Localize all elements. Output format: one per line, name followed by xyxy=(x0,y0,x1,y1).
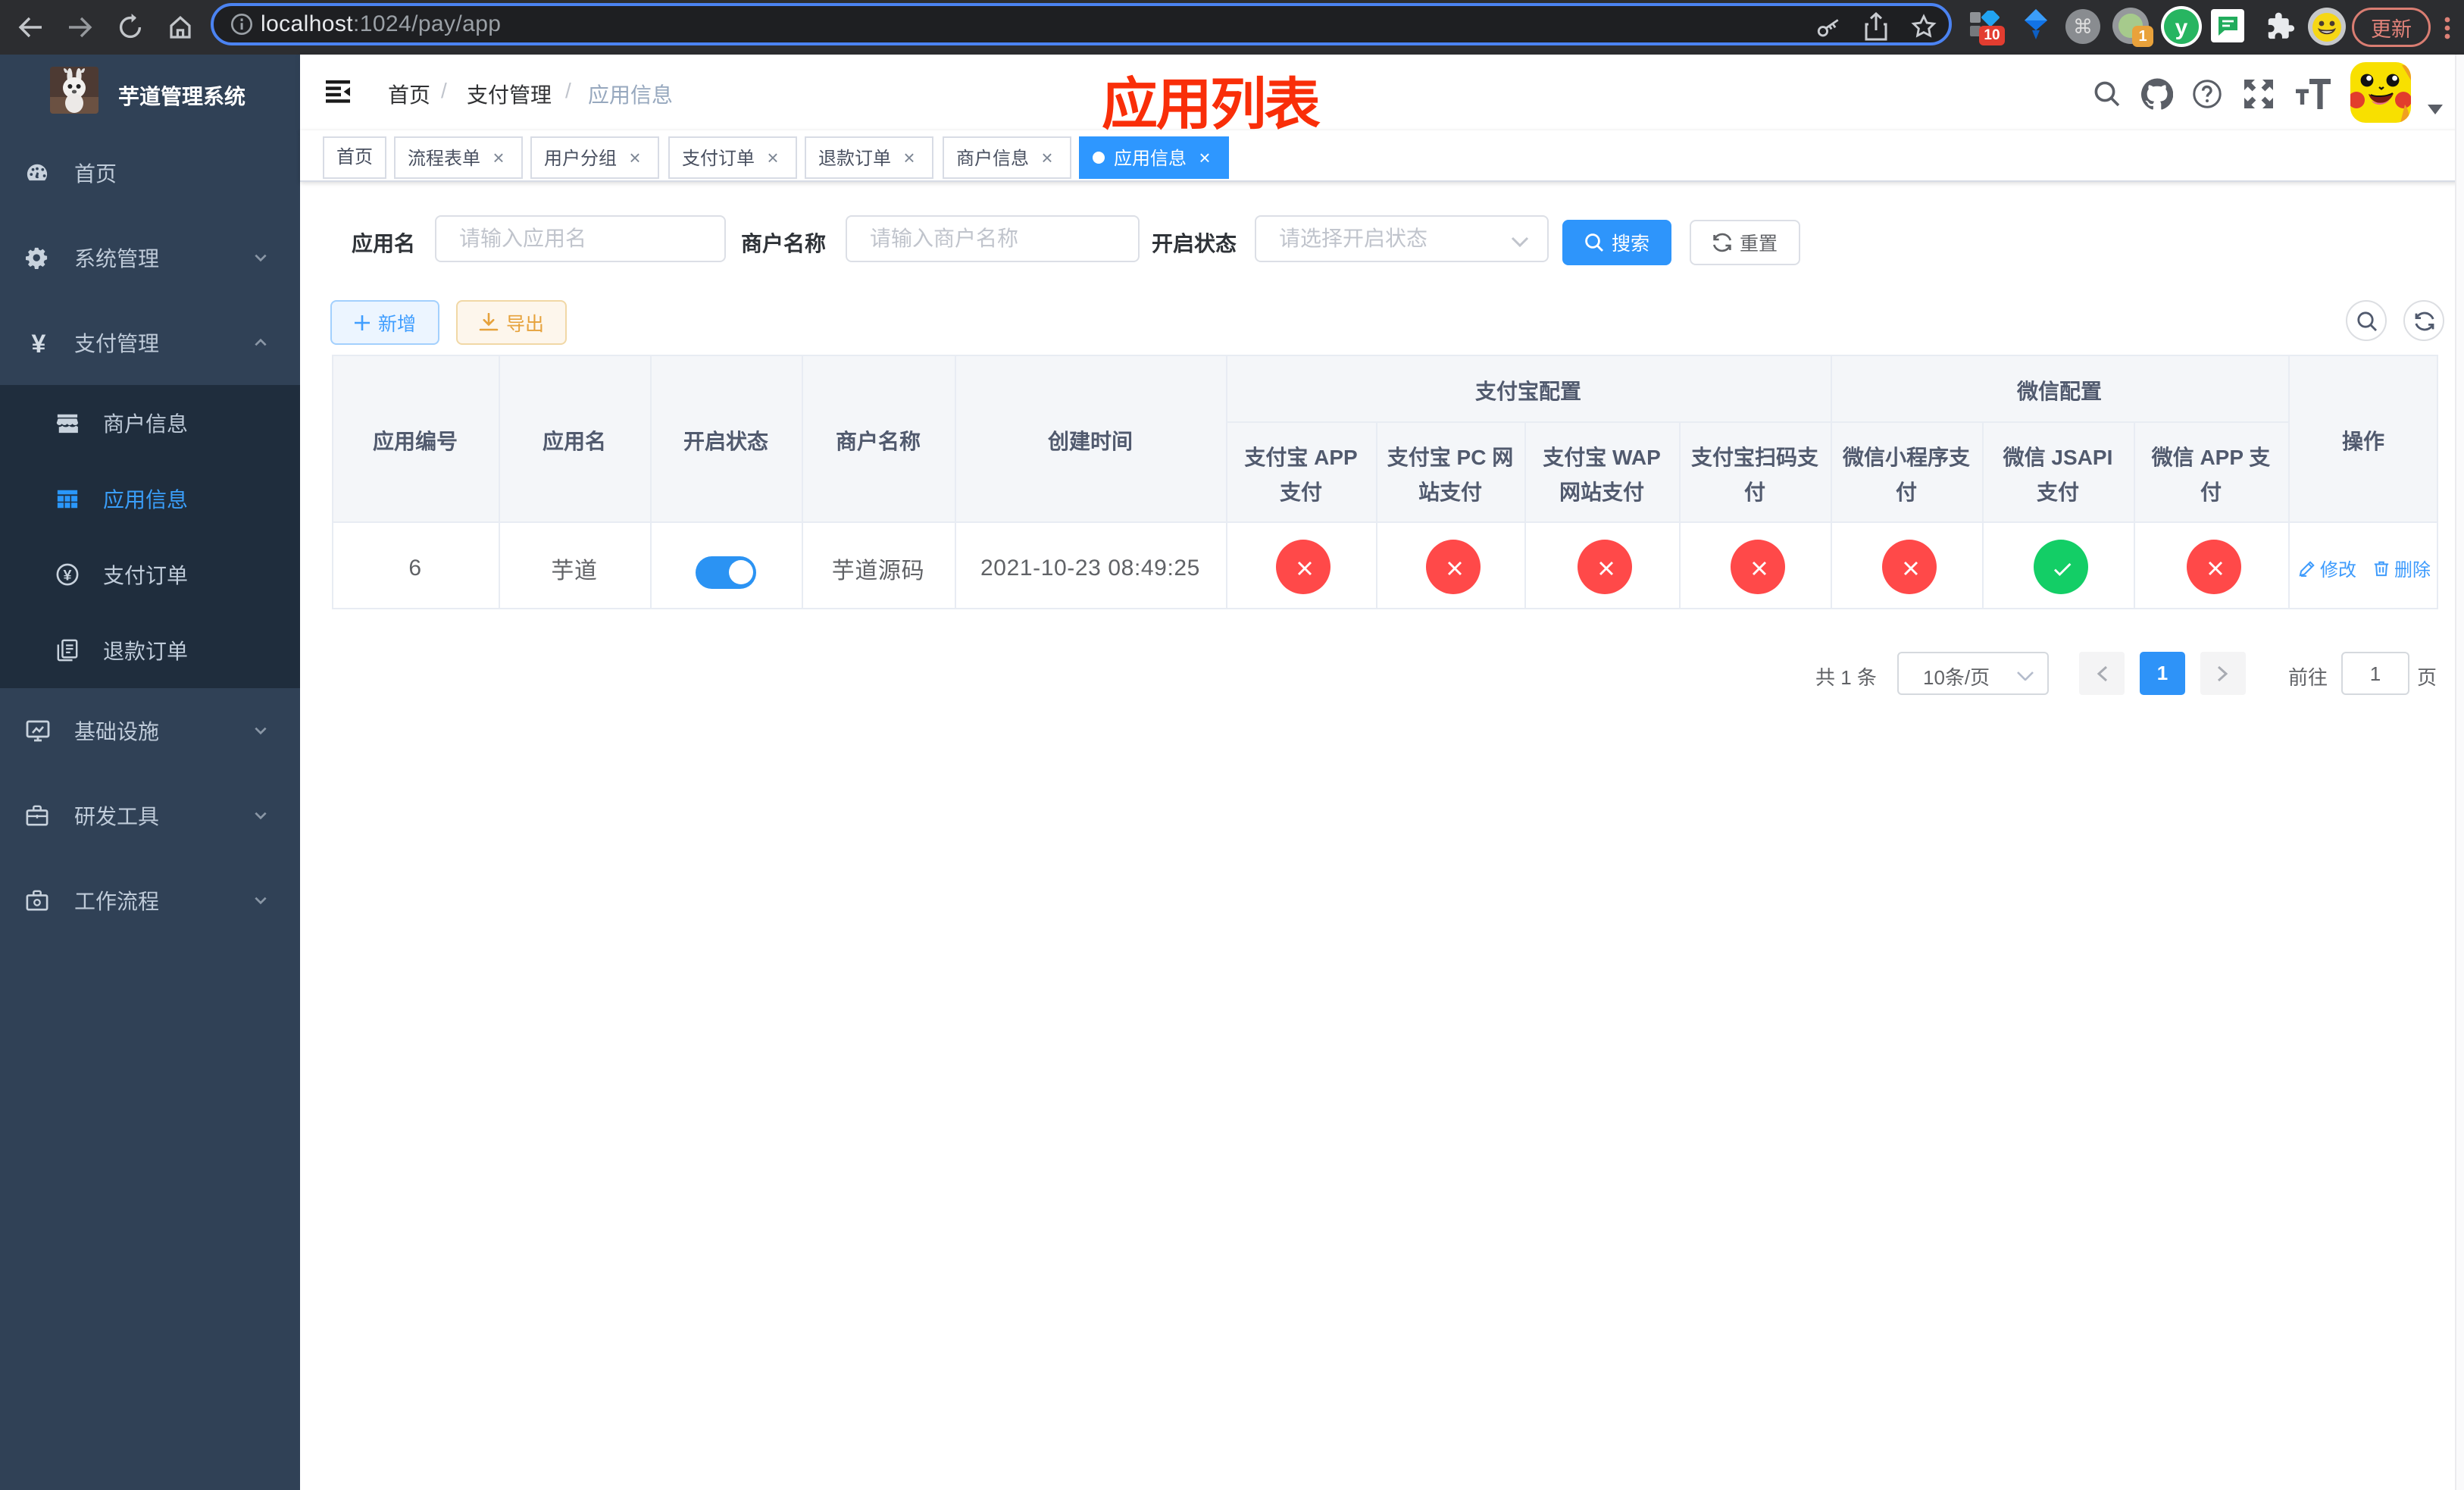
svg-text:¥: ¥ xyxy=(64,568,72,584)
svg-text:⌘: ⌘ xyxy=(2073,15,2093,38)
svg-text:¥: ¥ xyxy=(32,330,46,355)
svg-text:y: y xyxy=(2175,15,2188,40)
